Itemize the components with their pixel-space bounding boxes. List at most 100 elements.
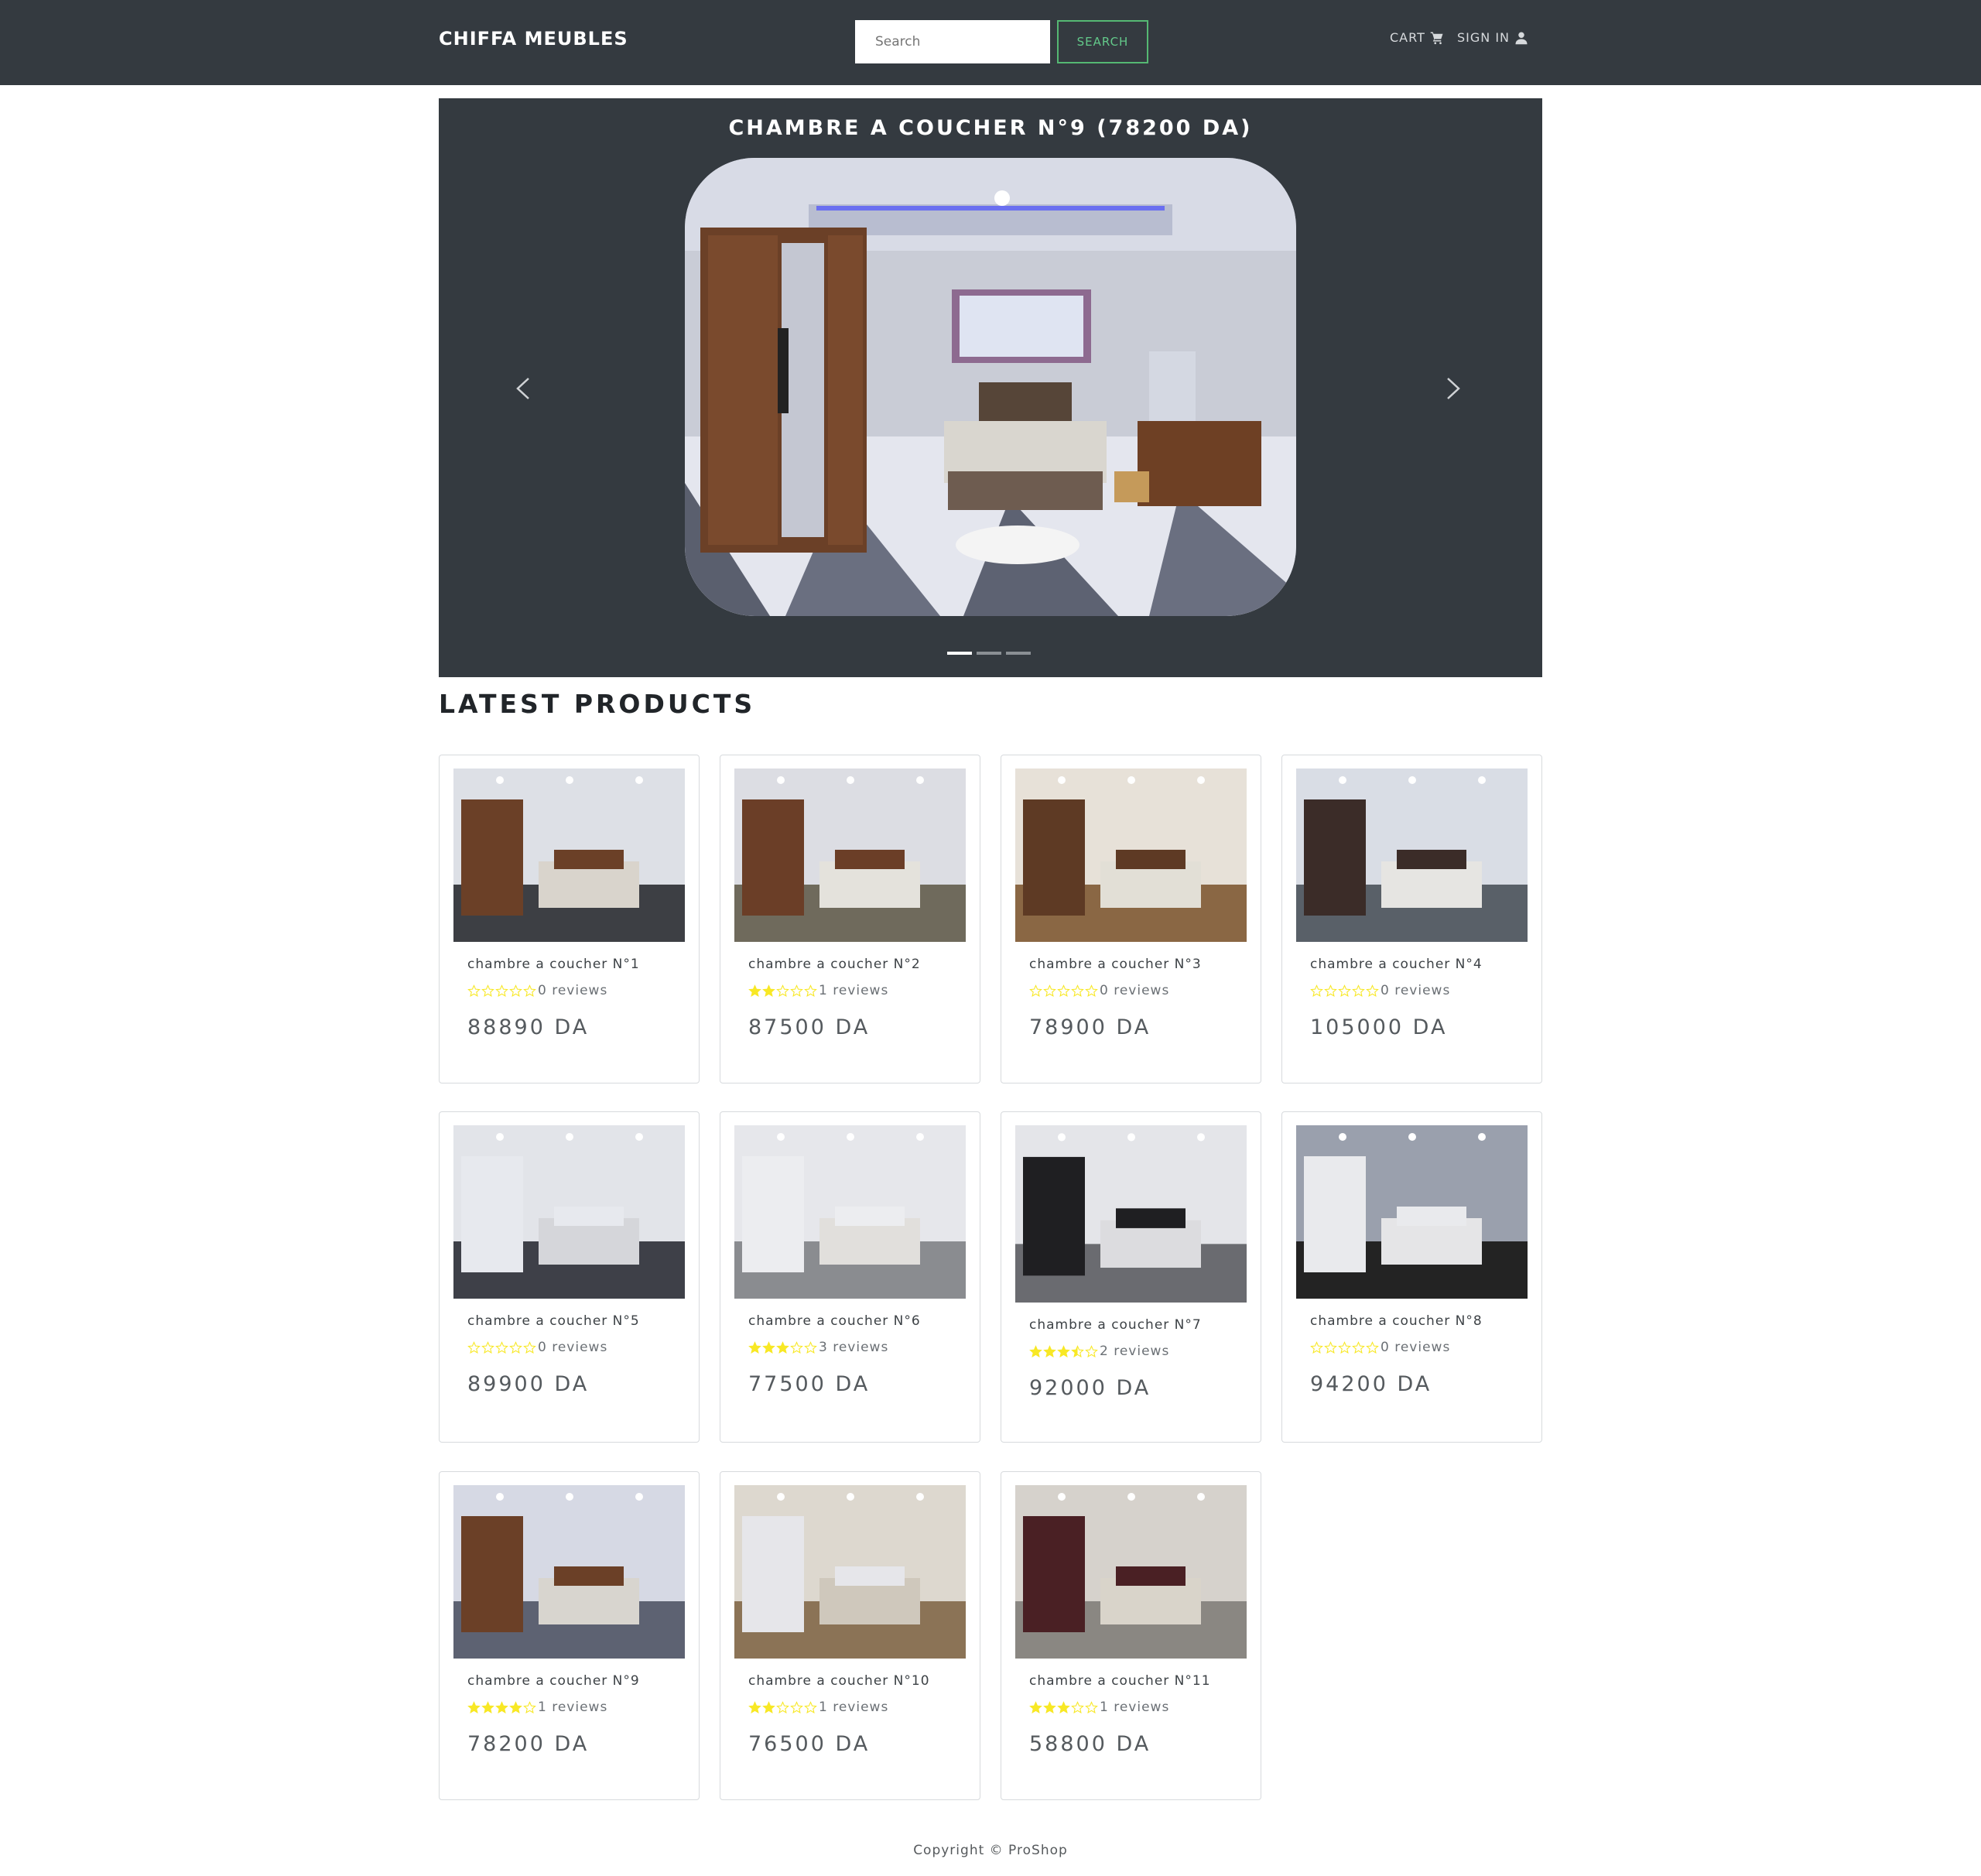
product-rating: 0 reviews (467, 983, 607, 998)
product-price: 78200 DA (467, 1732, 590, 1756)
rating-stars (467, 1700, 536, 1714)
product-image[interactable] (453, 1485, 685, 1659)
star-empty-icon (467, 1340, 481, 1354)
star-empty-icon (1057, 984, 1070, 997)
product-price: 89900 DA (467, 1372, 590, 1396)
product-rating: 0 reviews (467, 1340, 607, 1355)
star-empty-icon (804, 984, 817, 997)
product-card[interactable]: chambre a coucher N°7 2 reviews 92000 DA (1001, 1111, 1261, 1443)
product-card[interactable]: chambre a coucher N°2 1 reviews 87500 DA (720, 755, 980, 1083)
star-empty-icon (1324, 984, 1337, 997)
star-empty-icon (1324, 1340, 1337, 1354)
carousel-image[interactable] (685, 158, 1296, 616)
rating-stars (1029, 1700, 1098, 1714)
star-empty-icon (776, 984, 789, 997)
product-rating: 1 reviews (748, 983, 888, 998)
product-rating: 1 reviews (1029, 1700, 1169, 1715)
product-card[interactable]: chambre a coucher N°3 0 reviews 78900 DA (1001, 755, 1261, 1083)
star-empty-icon (481, 984, 494, 997)
star-empty-icon (495, 1340, 508, 1354)
product-name[interactable]: chambre a coucher N°2 (748, 957, 921, 972)
search-input[interactable] (855, 20, 1050, 63)
sign-in-link[interactable]: SIGN IN (1457, 30, 1528, 45)
sign-in-label: SIGN IN (1457, 30, 1511, 45)
product-image[interactable] (453, 769, 685, 942)
latest-products-title: LATEST PRODUCTS (439, 689, 756, 719)
product-image[interactable] (734, 1125, 966, 1299)
product-card[interactable]: chambre a coucher N°9 1 reviews 78200 DA (439, 1471, 700, 1800)
star-full-icon (495, 1700, 508, 1713)
product-name[interactable]: chambre a coucher N°11 (1029, 1673, 1211, 1689)
product-card[interactable]: chambre a coucher N°1 0 reviews 88890 DA (439, 755, 700, 1083)
product-name[interactable]: chambre a coucher N°10 (748, 1673, 930, 1689)
navbar: CHIFFA MEUBLES SEARCH CART SIGN IN (0, 0, 1981, 85)
product-price: 105000 DA (1310, 1015, 1448, 1039)
product-name[interactable]: chambre a coucher N°6 (748, 1313, 921, 1329)
carousel-indicator[interactable] (1006, 652, 1031, 655)
product-name[interactable]: chambre a coucher N°7 (1029, 1317, 1202, 1333)
product-image[interactable] (1015, 1485, 1247, 1659)
carousel-indicator[interactable] (947, 652, 972, 655)
product-name[interactable]: chambre a coucher N°1 (467, 957, 640, 972)
product-price: 87500 DA (748, 1015, 871, 1039)
star-empty-icon (1071, 1700, 1084, 1713)
product-price: 78900 DA (1029, 1015, 1151, 1039)
carousel-next-button[interactable] (1433, 369, 1472, 408)
review-count: 2 reviews (1100, 1344, 1170, 1359)
star-full-icon (1043, 1344, 1056, 1357)
product-name[interactable]: chambre a coucher N°8 (1310, 1313, 1483, 1329)
product-price: 76500 DA (748, 1732, 871, 1756)
review-count: 1 reviews (538, 1700, 608, 1715)
product-card[interactable]: chambre a coucher N°6 3 reviews 77500 DA (720, 1111, 980, 1443)
product-price: 77500 DA (748, 1372, 871, 1396)
brand-logo[interactable]: CHIFFA MEUBLES (439, 28, 628, 50)
product-card[interactable]: chambre a coucher N°5 0 reviews 89900 DA (439, 1111, 700, 1443)
shopping-cart-icon (1430, 32, 1443, 44)
product-image[interactable] (453, 1125, 685, 1299)
star-full-icon (467, 1700, 481, 1713)
star-full-icon (748, 984, 761, 997)
carousel-caption[interactable]: CHAMBRE A COUCHER N°9 (78200 DA) (439, 116, 1542, 140)
rating-stars (1029, 1344, 1098, 1358)
star-empty-icon (495, 984, 508, 997)
product-name[interactable]: chambre a coucher N°5 (467, 1313, 640, 1329)
review-count: 3 reviews (819, 1340, 889, 1355)
star-full-icon (776, 1340, 789, 1354)
star-empty-icon (1366, 984, 1379, 997)
star-empty-icon (1085, 1700, 1098, 1713)
review-count: 1 reviews (819, 1700, 889, 1715)
product-image[interactable] (1296, 1125, 1528, 1299)
product-name[interactable]: chambre a coucher N°3 (1029, 957, 1202, 972)
cart-link[interactable]: CART (1390, 30, 1444, 45)
rating-stars (1310, 984, 1379, 998)
product-image[interactable] (1015, 1125, 1247, 1303)
carousel-prev-button[interactable] (505, 369, 543, 408)
product-name[interactable]: chambre a coucher N°9 (467, 1673, 640, 1689)
star-empty-icon (776, 1700, 789, 1713)
rating-stars (1029, 984, 1098, 998)
star-empty-icon (1071, 984, 1084, 997)
carousel-indicator[interactable] (977, 652, 1001, 655)
star-empty-icon (1029, 984, 1042, 997)
star-empty-icon (1338, 984, 1351, 997)
user-icon (1515, 32, 1528, 44)
product-image[interactable] (1015, 769, 1247, 942)
product-card[interactable]: chambre a coucher N°8 0 reviews 94200 DA (1281, 1111, 1542, 1443)
product-name[interactable]: chambre a coucher N°4 (1310, 957, 1483, 972)
star-empty-icon (790, 1340, 803, 1354)
product-image[interactable] (734, 769, 966, 942)
product-card[interactable]: chambre a coucher N°10 1 reviews 76500 D… (720, 1471, 980, 1800)
star-empty-icon (1043, 984, 1056, 997)
review-count: 0 reviews (538, 983, 608, 998)
product-card[interactable]: chambre a coucher N°4 0 reviews 105000 D… (1281, 755, 1542, 1083)
product-card[interactable]: chambre a coucher N°11 1 reviews 58800 D… (1001, 1471, 1261, 1800)
review-count: 0 reviews (1381, 1340, 1451, 1355)
search-button[interactable]: SEARCH (1057, 20, 1148, 63)
star-full-icon (1057, 1344, 1070, 1357)
product-price: 92000 DA (1029, 1376, 1151, 1400)
star-empty-icon (523, 1700, 536, 1713)
star-full-icon (1043, 1700, 1056, 1713)
rating-stars (748, 984, 817, 998)
product-image[interactable] (734, 1485, 966, 1659)
product-image[interactable] (1296, 769, 1528, 942)
